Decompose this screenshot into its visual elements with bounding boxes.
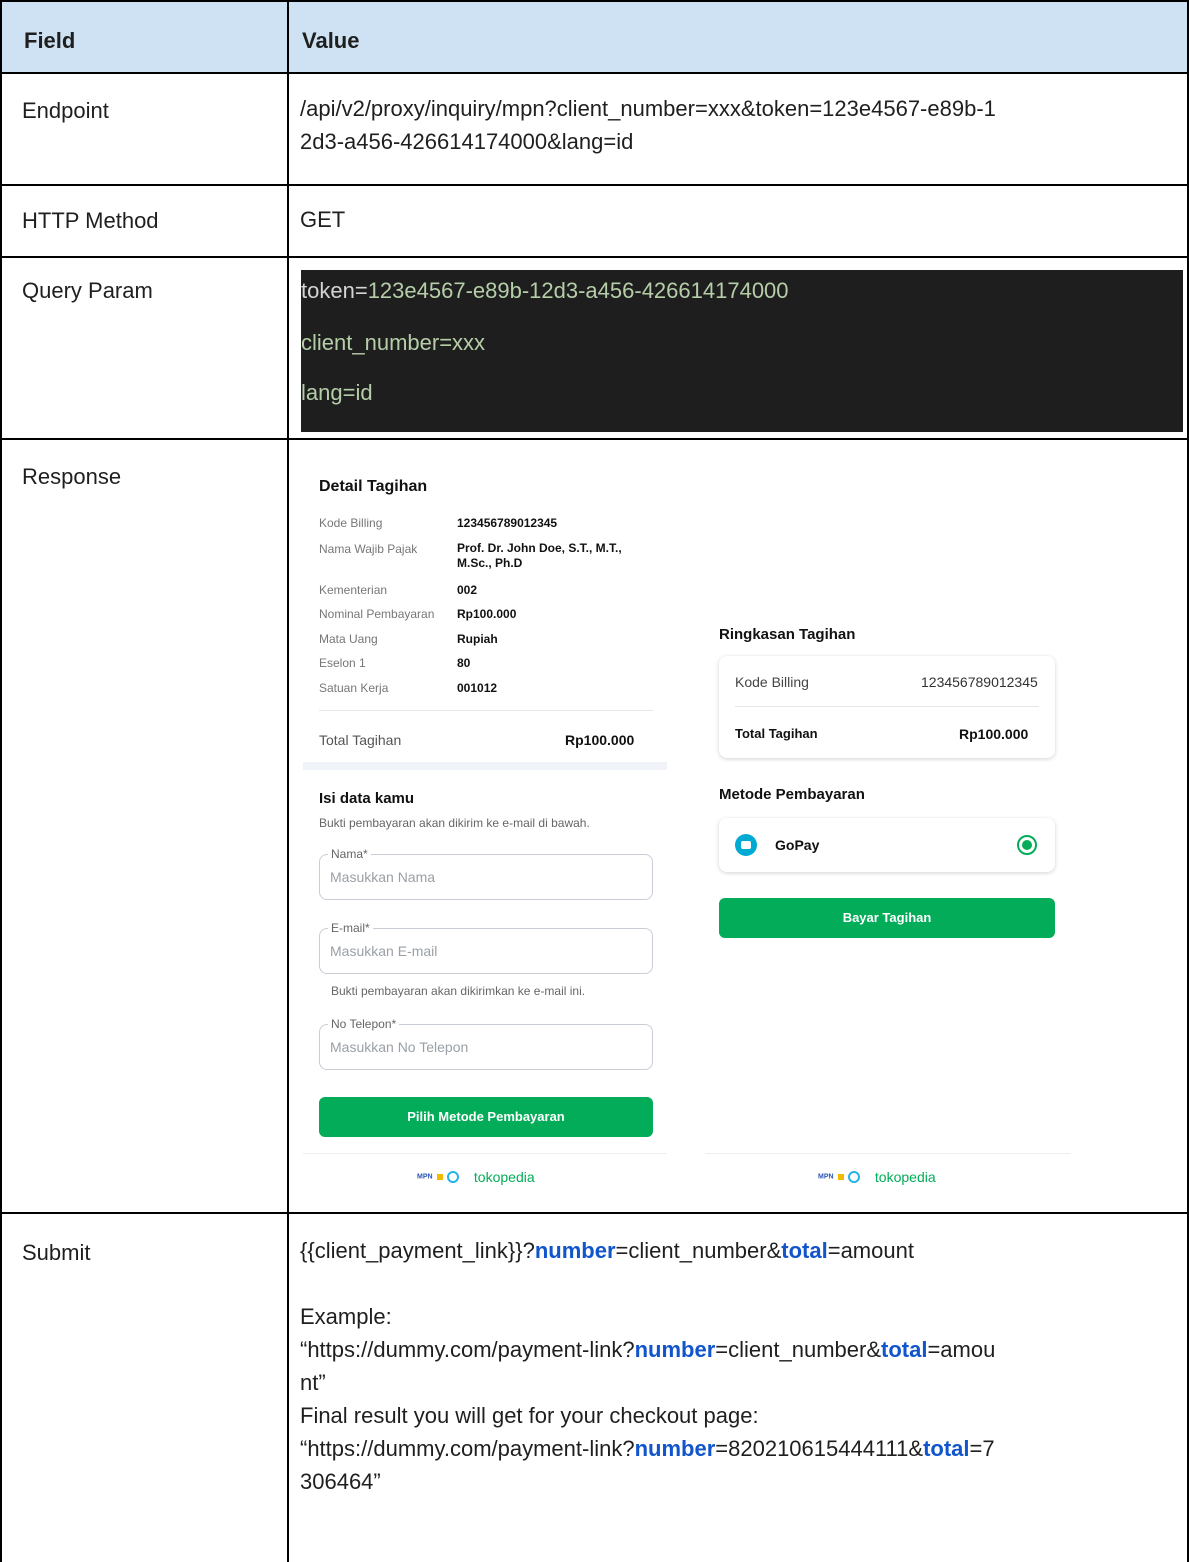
final-label: Final result you will get for your check… [300, 1403, 759, 1428]
row-value: 80 [457, 656, 471, 670]
row-value: Prof. Dr. John Doe, S.T., M.T., [457, 541, 622, 555]
table-header: Field Value [2, 2, 1189, 74]
email-field[interactable]: E-mail* Masukkan E-mail [319, 921, 653, 974]
form-subtitle: Bukti pembayaran akan dikirim ke e-mail … [319, 816, 590, 830]
submit-line: “https://dummy.com/payment-link?number=8… [300, 1436, 995, 1461]
endpoint-line: /api/v2/proxy/inquiry/mpn?client_number=… [300, 96, 996, 121]
row-label: Nama Wajib Pajak [319, 542, 418, 556]
gopay-icon [735, 834, 757, 856]
submit-line: 306464” [300, 1469, 381, 1494]
radio-selected[interactable] [1017, 835, 1037, 855]
endpoint-label: Endpoint [22, 98, 109, 123]
row-value: Rupiah [457, 632, 498, 646]
query-line-token: token=123e4567-e89b-12d3-a456-4266141740… [301, 278, 789, 303]
billing-value: 123456789012345 [921, 674, 1038, 690]
phone-field-label: No Telepon* [328, 1017, 400, 1031]
column-divider [287, 0, 289, 1562]
submit-value: {{client_payment_link}}?number=client_nu… [300, 1234, 1180, 1498]
summary-card: Kode Billing 123456789012345 Total Tagih… [719, 656, 1055, 758]
endpoint-value: /api/v2/proxy/inquiry/mpn?client_number=… [300, 92, 996, 158]
total-label: Total Tagihan [319, 732, 402, 748]
response-label: Response [22, 464, 122, 489]
header-value: Value [302, 28, 360, 53]
row-label: Kementerian [319, 583, 388, 597]
choose-payment-button[interactable]: Pilih Metode Pembayaran [319, 1097, 653, 1137]
footer-divider [303, 1153, 667, 1154]
name-placeholder: Masukkan Nama [330, 869, 436, 885]
phone-placeholder: Masukkan No Telepon [330, 1039, 469, 1055]
submit-line: {{client_payment_link}}?number=client_nu… [300, 1238, 914, 1263]
pay-bill-button[interactable]: Bayar Tagihan [719, 898, 1055, 938]
footer-brand: MPN tokopedia [417, 1168, 535, 1185]
phone-field[interactable]: No Telepon* Masukkan No Telepon [319, 1017, 653, 1070]
form-title: Isi data kamu [319, 790, 415, 807]
row-divider [0, 256, 1189, 258]
billing-label: Kode Billing [735, 674, 809, 690]
summary-title: Ringkasan Tagihan [719, 626, 856, 643]
query-line-client: client_number=xxx [301, 330, 486, 355]
detail-title: Detail Tagihan [319, 478, 428, 495]
section-separator [303, 762, 667, 770]
row-value: Rp100.000 [457, 607, 517, 621]
divider [735, 706, 1039, 707]
total-value: Rp100.000 [565, 732, 635, 748]
email-field-label: E-mail* [328, 921, 373, 935]
link-icon [447, 1170, 460, 1183]
row-label: Satuan Kerja [319, 681, 389, 695]
footer-brand: MPN tokopedia [818, 1168, 936, 1185]
mpn-logo-mark [838, 1173, 845, 1180]
method-value: GET [300, 207, 346, 232]
mpn-logo-mark [437, 1173, 444, 1180]
footer-divider [705, 1153, 1071, 1154]
mpn-logo: MPN [417, 1173, 433, 1181]
email-helper: Bukti pembayaran akan dikirimkan ke e-ma… [331, 984, 586, 998]
summary-total-label: Total Tagihan [735, 726, 818, 741]
query-code-block: token=123e4567-e89b-12d3-a456-4266141740… [301, 270, 1183, 432]
response-screenshot: Detail Tagihan Kode Billing 123456789012… [301, 440, 1081, 1210]
row-value: 123456789012345 [457, 516, 558, 530]
gopay-label: GoPay [775, 837, 820, 853]
divider [319, 710, 653, 711]
tokopedia-logo: tokopedia [874, 1168, 936, 1185]
method-label: HTTP Method [22, 208, 159, 233]
row-divider [0, 184, 1189, 186]
gopay-option[interactable]: GoPay [719, 818, 1055, 872]
tokopedia-logo: tokopedia [473, 1168, 535, 1185]
row-label: Nominal Pembayaran [319, 607, 435, 621]
row-value: 002 [457, 583, 478, 597]
row-value: 001012 [457, 681, 498, 695]
row-divider [0, 1212, 1189, 1214]
row-label: Eselon 1 [319, 656, 366, 670]
query-line-lang: lang=id [301, 380, 373, 405]
header-field: Field [24, 28, 76, 53]
mpn-logo: MPN [818, 1173, 834, 1181]
example-label: Example: [300, 1304, 392, 1329]
row-value: M.Sc., Ph.D [457, 556, 523, 570]
submit-label: Submit [22, 1240, 91, 1265]
submit-line: “https://dummy.com/payment-link?number=c… [300, 1337, 996, 1362]
endpoint-line: 2d3-a456-426614174000&lang=id [300, 129, 634, 154]
email-placeholder: Masukkan E-mail [330, 943, 438, 959]
name-field[interactable]: Nama* Masukkan Nama [319, 847, 653, 900]
payment-method-title: Metode Pembayaran [719, 786, 865, 803]
query-label: Query Param [22, 278, 153, 303]
name-field-label: Nama* [328, 847, 371, 861]
link-icon [848, 1170, 861, 1183]
submit-line: nt” [300, 1370, 326, 1395]
row-label: Kode Billing [319, 516, 383, 530]
summary-total-value: Rp100.000 [959, 726, 1029, 742]
row-label: Mata Uang [319, 632, 378, 646]
